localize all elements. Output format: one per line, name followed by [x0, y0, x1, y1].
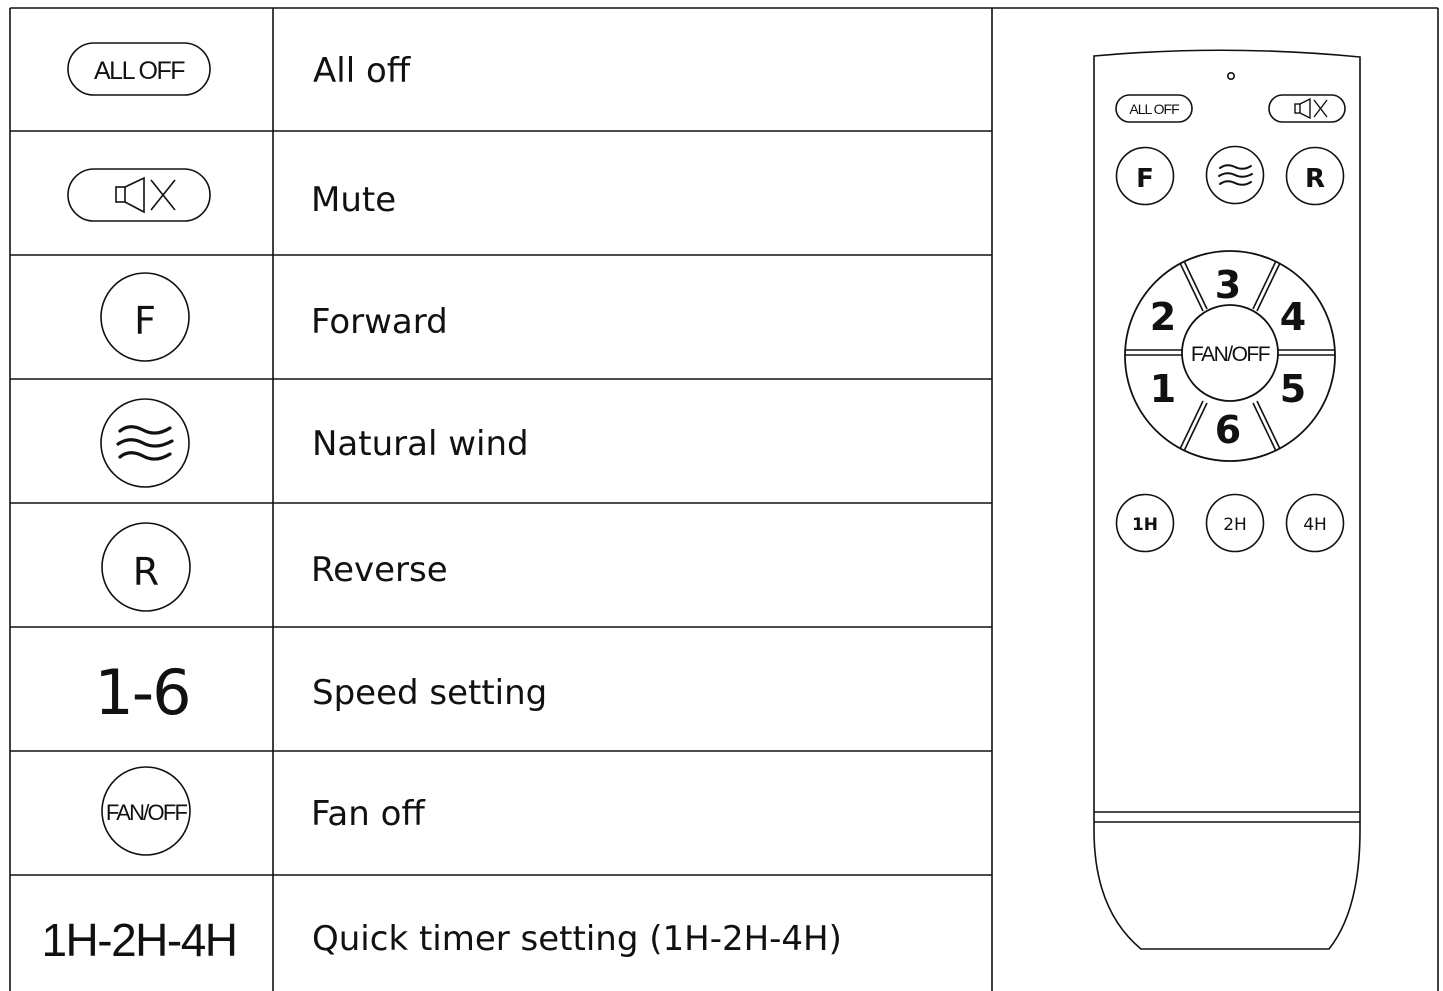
- remote-timer-4h-button[interactable]: 4H: [1285, 493, 1345, 553]
- wind-waves-icon: [1218, 164, 1253, 186]
- remote-speed-dial: 3 2 4 1 5 6 FAN/OFF: [1124, 250, 1336, 462]
- remote-all-off-button[interactable]: ALL OFF: [1115, 94, 1193, 123]
- remote-all-off-label: ALL OFF: [1129, 101, 1179, 117]
- remote-control-illustration: ALL OFF F R 3 2 4 1 5 6 FAN/OFF 1H 2H 4H: [1093, 49, 1361, 950]
- remote-fan-off-button[interactable]: FAN/OFF: [1181, 304, 1279, 402]
- speed-button-4[interactable]: 4: [1280, 295, 1306, 339]
- speed-button-1[interactable]: 1: [1150, 367, 1176, 411]
- remote-forward-button[interactable]: F: [1115, 146, 1175, 206]
- remote-reverse-label: R: [1305, 164, 1325, 194]
- speed-button-2[interactable]: 2: [1150, 295, 1176, 339]
- indicator-light: [1227, 72, 1236, 81]
- speed-label: 6: [1215, 408, 1241, 452]
- speed-button-3[interactable]: 3: [1215, 263, 1241, 307]
- timer-label: 1H: [1132, 515, 1158, 535]
- remote-fan-off-label: FAN/OFF: [1191, 343, 1270, 366]
- timer-label: 4H: [1303, 515, 1327, 535]
- remote-natural-wind-button[interactable]: [1205, 145, 1265, 205]
- speed-label: 4: [1280, 295, 1306, 339]
- speed-label: 3: [1215, 263, 1241, 307]
- speed-label: 5: [1280, 367, 1306, 411]
- remote-mute-button[interactable]: [1268, 94, 1346, 123]
- speaker-mute-icon: [1294, 97, 1328, 120]
- timer-label: 2H: [1223, 515, 1247, 535]
- speed-button-6[interactable]: 6: [1215, 408, 1241, 452]
- speed-label: 1: [1150, 367, 1176, 411]
- remote-reverse-button[interactable]: R: [1285, 146, 1345, 206]
- remote-timer-2h-button[interactable]: 2H: [1205, 493, 1265, 553]
- remote-timer-1h-button[interactable]: 1H: [1115, 493, 1175, 553]
- remote-forward-label: F: [1136, 164, 1154, 194]
- speed-label: 2: [1150, 295, 1176, 339]
- speed-button-5[interactable]: 5: [1280, 367, 1306, 411]
